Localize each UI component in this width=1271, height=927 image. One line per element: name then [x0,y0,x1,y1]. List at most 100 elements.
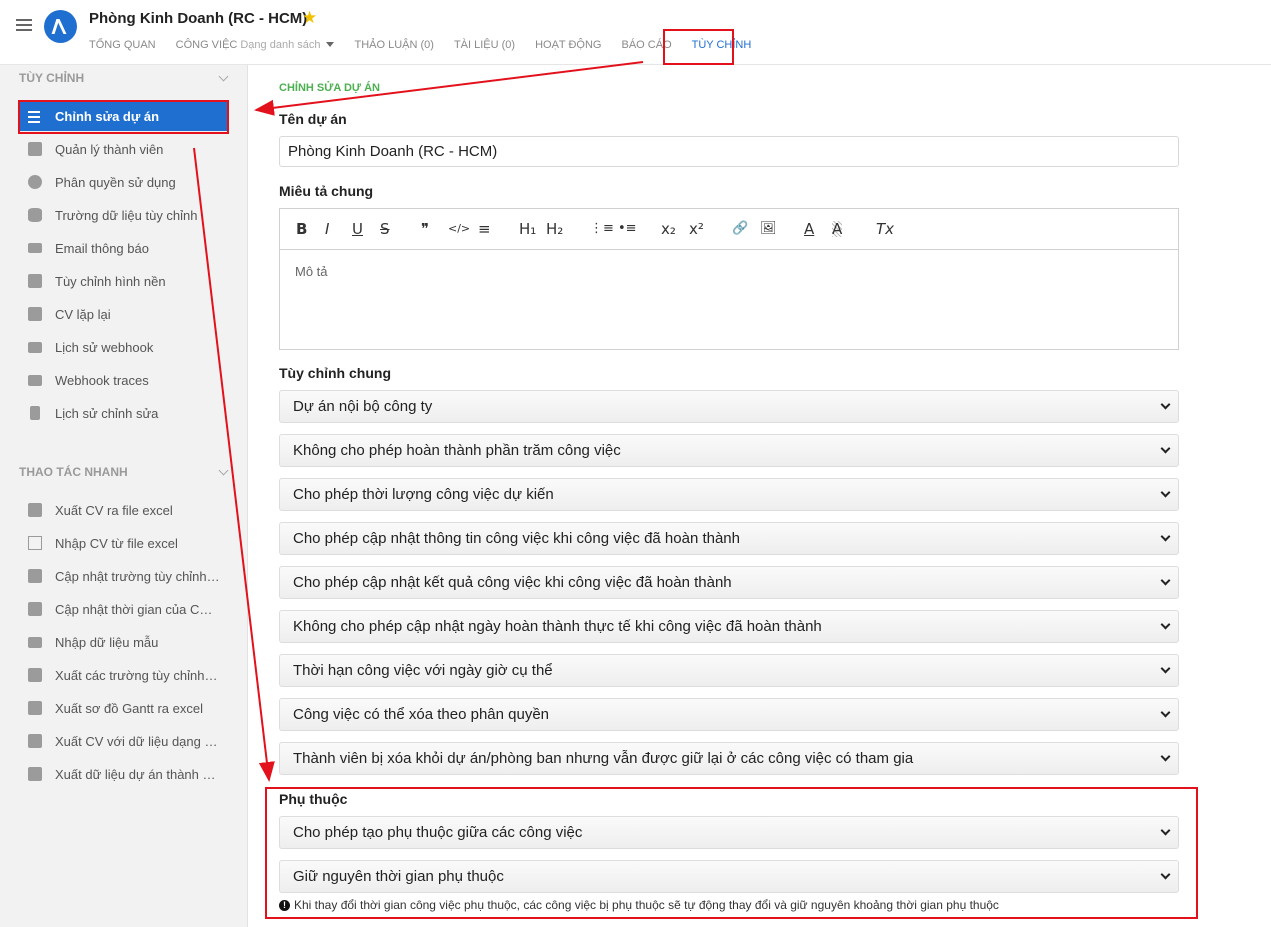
sidebar-item-webhook-history[interactable]: Lịch sử webhook [20,332,228,362]
sidebar-item-custom-fields[interactable]: Trường dữ liệu tùy chỉnh [20,200,228,230]
chevron-down-icon [1160,751,1171,762]
clear-format-icon[interactable]: Tx [876,221,894,237]
heading2-icon[interactable]: H₂ [546,221,563,237]
caret-down-icon[interactable] [326,42,335,47]
chevron-down-icon [1160,487,1171,498]
general-select-update-result[interactable]: Cho phép cập nhật kết quả công việc khi … [279,566,1179,599]
sidebar-item-export-project-data[interactable]: Xuất dữ liệu dự án thành m... [20,759,228,789]
quote-icon[interactable]: ❞ [421,221,429,237]
folder-icon [28,636,42,648]
superscript-icon[interactable]: x² [689,221,704,237]
person-circle-icon [28,175,42,189]
menu-icon[interactable] [16,19,32,33]
general-select-delete[interactable]: Công việc có thể xóa theo phân quyền [279,698,1179,731]
hourglass-icon [30,406,40,420]
export-icon [28,503,42,517]
description-editor: B I U S ❞ </> ≡ H₁ H₂ ⋮≡ •≡ x₂ x² 🔗 🖼 A … [279,208,1179,350]
chevron-down-icon [1160,399,1171,410]
sidebar-item-edit-history[interactable]: Lịch sử chỉnh sửa [20,398,228,428]
strikethrough-icon[interactable]: S [380,221,390,237]
sidebar-section-customize[interactable]: TÙY CHỈNH [19,71,84,85]
link-icon[interactable]: 🔗 [732,221,748,237]
general-select-duration[interactable]: Cho phép thời lượng công việc dự kiến [279,478,1179,511]
sidebar-item-export-gantt[interactable]: Xuất sơ đồ Gantt ra excel [20,693,228,723]
chevron-down-icon [1160,663,1171,674]
sidebar-section-quick-actions[interactable]: THAO TÁC NHANH [19,465,128,479]
star-icon[interactable]: ★ [302,8,317,28]
cube-icon [28,569,42,583]
envelope-icon [28,243,42,253]
chevron-down-icon [1160,707,1171,718]
sidebar-item-export-tasks-data[interactable]: Xuất CV với dữ liệu dạng b... [20,726,228,756]
image-icon[interactable]: 🖼 [760,221,777,237]
heading1-icon[interactable]: H₁ [519,221,536,237]
chevron-down-icon [1160,575,1171,586]
chevron-down-icon [1160,531,1171,542]
export-icon [28,734,42,748]
sidebar-item-members[interactable]: Quản lý thành viên [20,134,228,164]
tab-activity[interactable]: HOẠT ĐỘNG [535,39,601,51]
app-logo [44,10,77,43]
tab-discussion[interactable]: THẢO LUẬN (0) [354,39,433,51]
tab-tasks-view: Dạng danh sách [240,39,321,51]
subscript-icon[interactable]: x₂ [661,221,676,237]
annotation-box-edit-project [18,100,229,134]
sidebar-item-permissions[interactable]: Phân quyền sử dụng [20,167,228,197]
sidebar-item-background[interactable]: Tùy chỉnh hình nền [20,266,228,296]
italic-icon[interactable]: I [325,221,329,237]
sidebar-item-export-custom-fields[interactable]: Xuất các trường tùy chỉnh r... [20,660,228,690]
section-title: CHỈNH SỬA DỰ ÁN [279,82,380,94]
chevron-down-icon [1160,443,1171,454]
general-select-actual-date[interactable]: Không cho phép cập nhật ngày hoàn thành … [279,610,1179,643]
export-icon [28,767,42,781]
annotation-box-dependency [265,787,1198,919]
cube-icon [28,602,42,616]
general-select-removed-members[interactable]: Thành viên bị xóa khỏi dự án/phòng ban n… [279,742,1179,775]
general-select-update-info[interactable]: Cho phép cập nhật thông tin công việc kh… [279,522,1179,555]
project-name-label: Tên dự án [279,111,347,127]
user-badge-icon [28,142,42,156]
export-icon [28,668,42,682]
chevron-down-icon[interactable] [218,71,229,82]
background-color-icon[interactable]: A [832,221,843,237]
database-icon [28,208,42,222]
general-select-deadline[interactable]: Thời hạn công việc với ngày giờ cụ thể [279,654,1179,687]
annotation-box-customize-tab [663,29,734,65]
calendar-icon [28,307,42,321]
sidebar-item-import-excel[interactable]: Nhập CV từ file excel [20,528,228,558]
sidebar-item-email[interactable]: Email thông báo [20,233,228,263]
pencil-icon [28,274,42,288]
sidebar-item-update-times[interactable]: Cập nhật thời gian của CV ... [20,594,228,624]
code-icon[interactable]: </> [448,221,470,237]
excel-file-icon [28,536,42,550]
description-label: Miêu tả chung [279,183,374,199]
sidebar-item-update-custom-fields[interactable]: Cập nhật trường tùy chỉnh ... [20,561,228,591]
tab-overview[interactable]: TỔNG QUAN [89,39,156,51]
chevron-down-icon [1160,619,1171,630]
general-select-percent[interactable]: Không cho phép hoàn thành phần trăm công… [279,434,1179,467]
underline-icon[interactable]: U [352,221,363,237]
flag-icon [28,341,42,353]
bullet-list-icon[interactable]: •≡ [618,221,637,237]
bold-icon[interactable]: B [296,221,307,237]
sidebar-item-recurring[interactable]: CV lặp lại [20,299,228,329]
tab-documents[interactable]: TÀI LIỆU (0) [454,39,515,51]
ordered-list-icon[interactable]: ⋮≡ [590,221,614,237]
project-name-input[interactable] [279,136,1179,167]
flag-icon [28,374,42,386]
editor-toolbar: B I U S ❞ </> ≡ H₁ H₂ ⋮≡ •≡ x₂ x² 🔗 🖼 A … [280,209,1178,250]
sidebar-item-import-sample[interactable]: Nhập dữ liệu mẫu [20,627,228,657]
chevron-down-icon[interactable] [218,465,229,476]
project-header: Phòng Kinh Doanh (RC - HCM) ★ TỔNG QUAN … [0,0,1271,65]
tab-tasks[interactable]: CÔNG VIỆC Dạng danh sách [176,39,335,51]
text-color-icon[interactable]: A [804,221,814,237]
sidebar-item-export-excel[interactable]: Xuất CV ra file excel [20,495,228,525]
align-icon[interactable]: ≡ [478,221,491,237]
sidebar-item-webhook-traces[interactable]: Webhook traces [20,365,228,395]
sidebar: TÙY CHỈNH Chỉnh sửa dự án Quản lý thành … [0,65,248,927]
page-title: Phòng Kinh Doanh (RC - HCM) [89,10,308,27]
description-input[interactable]: Mô tả [280,250,1178,293]
general-select-internal[interactable]: Dự án nội bộ công ty [279,390,1179,423]
export-icon [28,701,42,715]
general-settings-label: Tùy chỉnh chung [279,365,391,381]
